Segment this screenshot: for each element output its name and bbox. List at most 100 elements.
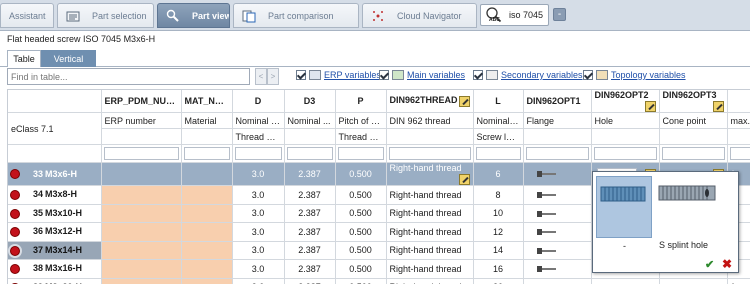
cell-l[interactable]: 20 xyxy=(473,278,524,284)
cell-thread[interactable]: Right-hand thread xyxy=(386,185,474,205)
cell-thread[interactable]: Right-hand thread xyxy=(386,162,474,186)
column-filter[interactable] xyxy=(181,144,233,163)
row-header[interactable]: 39M3x20-H xyxy=(8,278,102,284)
row-header[interactable]: 37 M3x14-H xyxy=(8,241,102,260)
cell-l[interactable]: 8 xyxy=(473,185,524,205)
column-filter[interactable] xyxy=(284,144,336,163)
cell-d[interactable]: 3.0 xyxy=(232,278,285,284)
cell-l[interactable]: 16 xyxy=(473,259,524,279)
cell-flange[interactable] xyxy=(523,185,592,205)
erp-variables-link[interactable]: ERP variables xyxy=(324,70,381,80)
find-in-table-input[interactable] xyxy=(7,68,250,85)
cell-flange[interactable] xyxy=(523,222,592,242)
edit-pencil-icon[interactable] xyxy=(644,101,656,112)
cell-thread[interactable]: Right-hand thread xyxy=(386,259,474,279)
secondary-variables-link[interactable]: Secondary variables xyxy=(501,70,583,80)
secondary-variables-filter[interactable]: Secondary variables xyxy=(473,70,583,80)
find-prev-button[interactable]: < xyxy=(255,68,267,85)
cell-d[interactable]: 3.0 xyxy=(232,185,285,205)
cell-thread[interactable]: Right-hand thread xyxy=(386,204,474,223)
cell-l[interactable]: 10 xyxy=(473,204,524,223)
edit-pencil-icon[interactable] xyxy=(712,101,724,112)
cell-d[interactable]: 3.0 xyxy=(232,162,285,186)
main-variables-link[interactable]: Main variables xyxy=(407,70,465,80)
cell-d3[interactable]: 2.387 xyxy=(284,222,336,242)
cell-cone-point[interactable] xyxy=(659,278,728,284)
cell-d3[interactable]: 2.387 xyxy=(284,162,336,186)
cell-d3[interactable]: 2.387 xyxy=(284,241,336,260)
cell-p[interactable]: 0.500 xyxy=(335,259,387,279)
column-filter[interactable] xyxy=(473,144,524,163)
row-header[interactable]: 36 M3x12-H xyxy=(8,222,102,242)
col-header-name[interactable]: DIN962OPT2 xyxy=(591,90,660,113)
erp-number-cell[interactable] xyxy=(101,259,182,279)
cell-thread[interactable]: Right-hand thread xyxy=(386,278,474,284)
edit-pencil-icon[interactable] xyxy=(458,96,470,107)
cell-d3[interactable]: 2.387 xyxy=(284,278,336,284)
col-header-name[interactable]: P xyxy=(335,90,387,113)
col-header-name[interactable]: D xyxy=(232,90,285,113)
material-cell[interactable] xyxy=(181,162,233,186)
material-cell[interactable] xyxy=(181,222,233,242)
erp-number-cell[interactable] xyxy=(101,241,182,260)
cell-p[interactable]: 0.500 xyxy=(335,204,387,223)
material-cell[interactable] xyxy=(181,259,233,279)
popup-option-none[interactable]: - xyxy=(596,176,652,251)
cell-d3[interactable]: 2.387 xyxy=(284,185,336,205)
cell-l[interactable]: 6 xyxy=(473,162,524,186)
main-variables-filter[interactable]: Main variables xyxy=(379,70,465,80)
column-filter[interactable] xyxy=(386,144,474,163)
cancel-x-icon[interactable]: ✖ xyxy=(722,257,732,271)
material-cell[interactable] xyxy=(181,185,233,205)
find-next-button[interactable]: > xyxy=(267,68,279,85)
erp-variables-checkbox[interactable] xyxy=(296,70,306,80)
erp-number-cell[interactable] xyxy=(101,222,182,242)
tab-table[interactable]: Table xyxy=(7,50,41,67)
material-cell[interactable] xyxy=(181,204,233,223)
col-header-name[interactable]: DIN962THREAD xyxy=(386,90,474,113)
row-header[interactable]: 34 M3x8-H xyxy=(8,185,102,205)
column-filter[interactable] xyxy=(523,144,592,163)
cell-p[interactable]: 0.500 xyxy=(335,222,387,242)
column-filter[interactable] xyxy=(232,144,285,163)
row-header[interactable]: 35 M3x10-H xyxy=(8,204,102,223)
col-header-name[interactable]: L xyxy=(473,90,524,113)
cell-hole[interactable] xyxy=(591,278,660,284)
col-header-name[interactable]: DIN962OPT3 xyxy=(659,90,728,113)
tab-menu-button[interactable]: - xyxy=(553,8,566,21)
main-variables-checkbox[interactable] xyxy=(379,70,389,80)
material-cell[interactable] xyxy=(181,278,233,284)
cell-l[interactable]: 14 xyxy=(473,241,524,260)
search-field[interactable]: ABC iso 7045 xyxy=(480,4,549,26)
erp-number-cell[interactable] xyxy=(101,185,182,205)
tab-part-view[interactable]: Part view xyxy=(157,3,230,28)
tab-part-comparison[interactable]: Part comparison xyxy=(233,3,359,28)
tab-vertical[interactable]: Vertical xyxy=(41,50,96,67)
cell-p[interactable]: 0.500 xyxy=(335,185,387,205)
col-header-name[interactable]: DIN962OPT1 xyxy=(523,90,592,113)
topology-variables-filter[interactable]: Topology variables xyxy=(583,70,686,80)
column-filter[interactable] xyxy=(335,144,387,163)
tab-part-selection[interactable]: Part selection xyxy=(57,3,154,28)
tab-assistant[interactable]: Assistant xyxy=(0,3,54,28)
topology-variables-link[interactable]: Topology variables xyxy=(611,70,686,80)
cell-thread[interactable]: Right-hand thread xyxy=(386,222,474,242)
cell-l[interactable]: 12 xyxy=(473,222,524,242)
cell-flange[interactable] xyxy=(523,259,592,279)
cell-flange[interactable] xyxy=(523,162,592,186)
cell-max[interactable]: 1. xyxy=(727,278,750,284)
cell-flange[interactable] xyxy=(523,241,592,260)
cell-p[interactable]: 0.500 xyxy=(335,241,387,260)
cell-d[interactable]: 3.0 xyxy=(232,241,285,260)
confirm-check-icon[interactable]: ✔ xyxy=(705,258,714,271)
column-filter[interactable] xyxy=(727,144,750,163)
tab-cloud-navigator[interactable]: Cloud Navigator xyxy=(362,3,477,28)
erp-number-cell[interactable] xyxy=(101,204,182,223)
col-header-name[interactable]: D3 xyxy=(284,90,336,113)
cell-thread[interactable]: Right-hand thread xyxy=(386,241,474,260)
erp-number-cell[interactable] xyxy=(101,162,182,186)
popup-option-splint-hole[interactable]: S splint hole xyxy=(655,176,725,250)
cell-d3[interactable]: 2.387 xyxy=(284,204,336,223)
column-filter[interactable] xyxy=(591,144,660,163)
col-header-name[interactable] xyxy=(727,90,750,113)
